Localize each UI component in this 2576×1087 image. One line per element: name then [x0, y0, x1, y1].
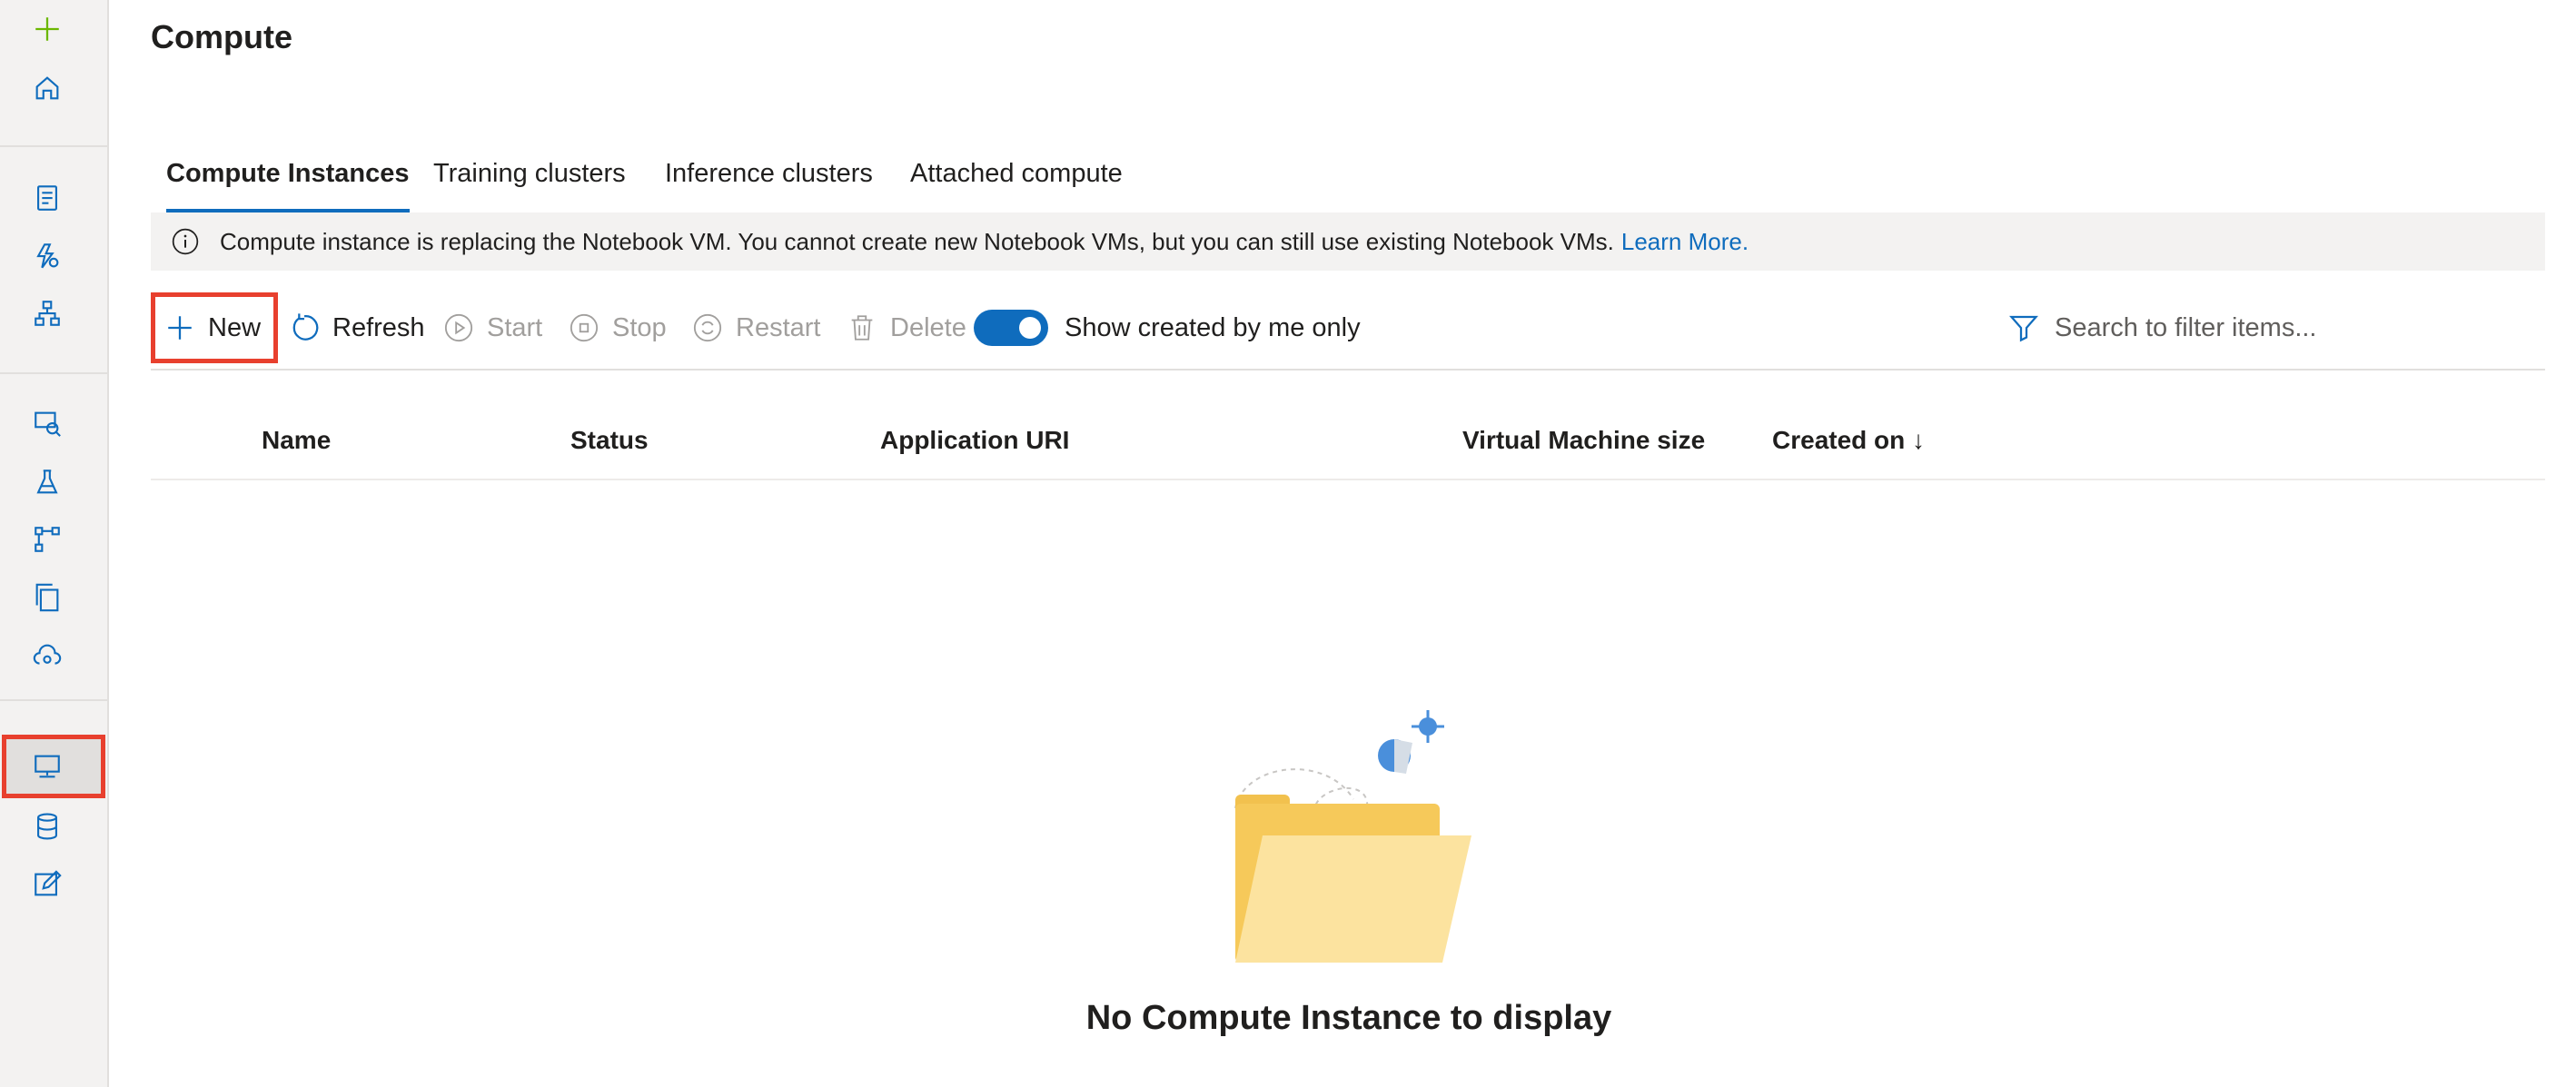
trash-icon: [851, 315, 873, 341]
table-header: Name Status Application URI Virtual Mach…: [151, 404, 2545, 480]
created-by-me-label: Show created by me only: [1065, 313, 1361, 342]
pipelines-icon[interactable]: [29, 521, 65, 558]
restart-button[interactable]: Restart: [692, 292, 820, 363]
new-button-label: New: [208, 312, 262, 342]
notebooks-icon[interactable]: [29, 180, 65, 216]
play-icon: [444, 313, 473, 342]
rail-divider: [0, 699, 107, 701]
delete-button[interactable]: Delete: [847, 292, 966, 363]
refresh-label: Refresh: [332, 312, 425, 342]
compute-icon[interactable]: [29, 748, 65, 785]
plus-icon: [168, 316, 192, 340]
data-labeling-icon[interactable]: [29, 866, 65, 903]
learn-more-link[interactable]: Learn More.: [1621, 228, 1749, 256]
tab-training-clusters[interactable]: Training clusters: [433, 153, 626, 212]
new-button[interactable]: New: [151, 292, 279, 363]
info-message: Compute instance is replacing the Notebo…: [220, 227, 1614, 255]
compute-tabs: Compute Instances Training clusters Infe…: [151, 153, 2549, 212]
tab-inference-clusters[interactable]: Inference clusters: [665, 153, 873, 212]
tab-compute-instances[interactable]: Compute Instances: [166, 153, 410, 212]
experiments-icon[interactable]: [29, 464, 65, 500]
column-header-name[interactable]: Name: [262, 404, 331, 477]
stop-button[interactable]: Stop: [569, 292, 667, 363]
designer-icon[interactable]: [29, 295, 65, 331]
add-icon[interactable]: [29, 11, 65, 47]
datastores-icon[interactable]: [29, 808, 65, 845]
start-label: Start: [487, 312, 543, 342]
tab-attached-compute[interactable]: Attached compute: [910, 153, 1123, 212]
delete-label: Delete: [890, 312, 966, 342]
models-icon[interactable]: [29, 579, 65, 616]
stop-icon: [570, 313, 599, 342]
refresh-icon: [292, 313, 319, 341]
empty-state-message: No Compute Instance to display: [1085, 999, 1612, 1037]
page-title: Compute: [151, 18, 292, 55]
home-icon[interactable]: [29, 70, 65, 106]
column-header-created-on[interactable]: Created on ↓: [1772, 404, 1925, 477]
toolbar-divider: [151, 369, 2545, 371]
restart-label: Restart: [736, 312, 821, 342]
left-rail: [0, 0, 109, 1087]
toggle-knob: [1019, 317, 1041, 339]
column-header-status[interactable]: Status: [570, 404, 649, 477]
restart-icon: [693, 313, 722, 342]
filter-search[interactable]: Search to filter items...: [2007, 292, 2516, 363]
start-button[interactable]: Start: [443, 292, 542, 363]
search-placeholder: Search to filter items...: [2055, 312, 2317, 342]
refresh-button[interactable]: Refresh: [289, 292, 425, 363]
created-by-me-toggle[interactable]: [974, 310, 1048, 346]
column-header-vm-size[interactable]: Virtual Machine size: [1462, 404, 1705, 477]
automl-icon[interactable]: [29, 238, 65, 274]
endpoints-icon[interactable]: [29, 637, 65, 674]
info-icon: [172, 228, 199, 255]
rail-divider: [0, 372, 107, 374]
info-banner: Compute instance is replacing the Notebo…: [151, 212, 2545, 271]
filter-icon: [2009, 315, 2038, 342]
empty-folder-illustration: [1234, 710, 1471, 963]
command-bar: New Refresh Start Stop Restart Delete Sh…: [151, 292, 2545, 363]
rail-divider: [0, 145, 107, 147]
column-header-application-uri[interactable]: Application URI: [880, 404, 1069, 477]
stop-label: Stop: [612, 312, 667, 342]
datasets-icon[interactable]: [29, 405, 65, 441]
